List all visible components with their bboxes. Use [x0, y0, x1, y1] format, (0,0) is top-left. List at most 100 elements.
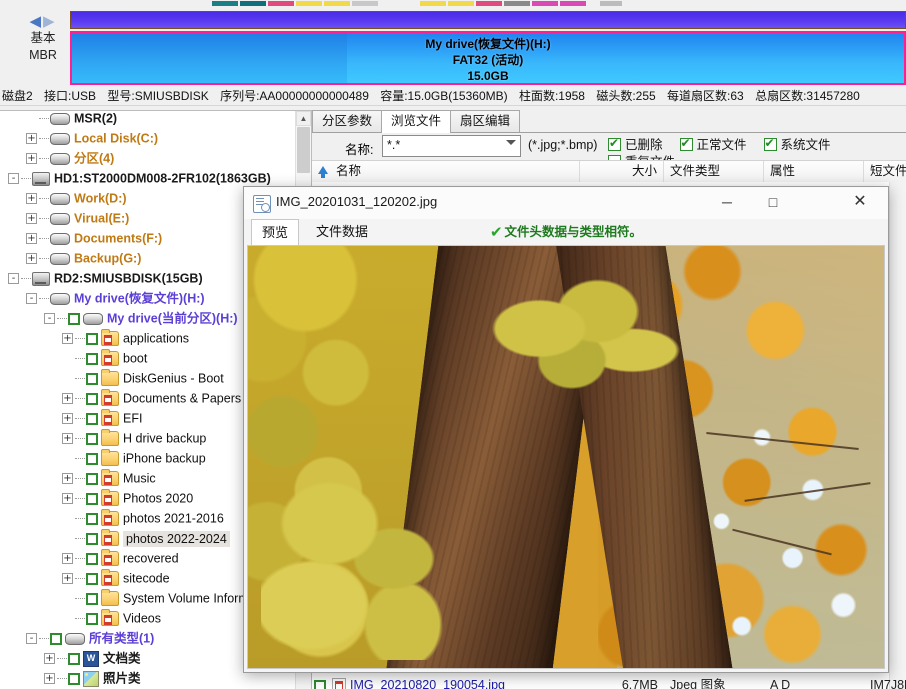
toolbar-icon-swatch[interactable] — [560, 1, 586, 6]
minimize-button[interactable]: ─ — [704, 187, 750, 218]
checkbox-box[interactable] — [608, 136, 621, 151]
tree-connector — [21, 277, 31, 280]
chevron-right-icon[interactable]: ▶ — [43, 13, 57, 30]
column-header-5[interactable]: 短文件名 — [864, 161, 906, 183]
tree-expander[interactable]: + — [62, 553, 73, 565]
tree-expander[interactable]: + — [62, 573, 73, 585]
ginkgo-tree-photo — [248, 246, 884, 668]
tree-expander[interactable]: - — [8, 273, 19, 285]
tree-node-checkbox[interactable] — [86, 492, 98, 505]
tree-node[interactable]: MSR(2) — [0, 111, 296, 128]
tree-expander[interactable]: + — [62, 393, 73, 405]
filter-checkbox-1[interactable]: 已删除 — [608, 136, 663, 154]
tree-node-checkbox[interactable] — [50, 632, 62, 645]
file-row[interactable]: IMG_20210820_190054.jpg 6.7MB Jpeg 图象 A D IM… — [312, 676, 906, 689]
tree-expander[interactable]: + — [26, 133, 37, 145]
file-preview-dialog[interactable]: IMG_20201031_120202.jpg ─ □ ✕ 预览 文件数据 ✔ 文件… — [243, 186, 889, 673]
tree-node-checkbox[interactable] — [86, 512, 98, 525]
tree-node-checkbox[interactable] — [68, 652, 80, 665]
tab-1[interactable]: 分区参数 — [312, 110, 383, 132]
chevron-down-icon[interactable] — [506, 140, 516, 145]
tree-node[interactable]: - HD1:ST2000DM008-2FR102(1863GB) — [0, 168, 296, 188]
tree-node-checkbox[interactable] — [86, 592, 98, 605]
file-row-checkbox[interactable] — [314, 679, 326, 689]
tree-node-checkbox[interactable] — [86, 432, 98, 445]
tree-expander[interactable]: + — [26, 213, 37, 225]
tree-node-checkbox[interactable] — [86, 452, 98, 465]
tree-expander[interactable]: + — [62, 433, 73, 445]
file-list-scrollbar[interactable] — [889, 182, 906, 689]
tree-node-checkbox[interactable] — [68, 672, 80, 685]
filter-checkbox-2[interactable]: 正常文件 — [679, 136, 747, 154]
folder-deleted-icon — [101, 329, 119, 347]
toolbar-icon-swatch[interactable] — [268, 1, 294, 6]
tree-node-checkbox[interactable] — [86, 332, 98, 345]
disk-overview-strip[interactable] — [70, 11, 906, 29]
disk-nav-arrows[interactable]: ◀▶ — [12, 14, 74, 30]
tree-expander[interactable]: + — [26, 233, 37, 245]
tab-2[interactable]: 浏览文件 — [381, 110, 452, 133]
tab-3[interactable]: 扇区编辑 — [450, 110, 521, 132]
toolbar-icon-swatch[interactable] — [240, 1, 266, 6]
toolbar-icon-swatch[interactable] — [296, 1, 322, 6]
scroll-up-arrow-icon[interactable]: ▲ — [296, 111, 311, 126]
tree-expander[interactable]: + — [62, 493, 73, 505]
toolbar-icon-swatch[interactable] — [476, 1, 502, 6]
toolbar-icon-swatch[interactable] — [352, 1, 378, 6]
partition-block-h[interactable]: My drive(恢复文件)(H:) FAT32 (活动) 15.0GB — [70, 31, 906, 85]
sort-ascending-icon[interactable] — [318, 166, 328, 178]
close-button[interactable]: ✕ — [832, 187, 888, 218]
tree-scroll-thumb[interactable] — [297, 127, 310, 173]
tree-expander[interactable]: + — [62, 333, 73, 345]
tree-expander[interactable]: + — [26, 193, 37, 205]
filter-name-value[interactable]: *.* — [387, 138, 400, 152]
tree-expander[interactable]: + — [44, 673, 55, 685]
maximize-button[interactable]: □ — [750, 187, 796, 218]
tree-node-checkbox[interactable] — [86, 372, 98, 385]
dialog-title-bar[interactable]: IMG_20201031_120202.jpg ─ □ ✕ — [244, 187, 888, 220]
toolbar-icon-swatch[interactable] — [448, 1, 474, 6]
tree-node-checkbox[interactable] — [86, 532, 98, 545]
toolbar-icon-swatch[interactable] — [212, 1, 238, 6]
tree-expander[interactable]: + — [62, 473, 73, 485]
checkbox-box[interactable] — [763, 136, 777, 151]
toolbar-icon-swatch[interactable] — [600, 1, 622, 6]
filter-checkbox-3[interactable]: 系统文件 — [763, 136, 831, 154]
tree-node-checkbox[interactable] — [86, 572, 98, 585]
tree-expander[interactable]: - — [26, 293, 37, 305]
checkbox-label: 正常文件 — [696, 138, 747, 152]
column-header-2[interactable]: 大小 — [580, 161, 664, 183]
tree-expander[interactable]: + — [44, 653, 55, 665]
folder-icon — [101, 449, 119, 467]
tree-expander[interactable]: + — [62, 413, 73, 425]
toolbar-icon-swatch[interactable] — [324, 1, 350, 6]
checkbox-box[interactable] — [679, 136, 693, 151]
toolbar-icon-swatch[interactable] — [420, 1, 446, 6]
column-header-3[interactable]: 文件类型 — [664, 161, 764, 183]
tree-node[interactable]: + 分区(4) — [0, 148, 296, 168]
tree-expander[interactable]: - — [26, 633, 37, 645]
column-header-1[interactable]: 名称 — [330, 161, 580, 183]
file-list-column-headers: 名称大小文件类型属性短文件名 — [312, 160, 906, 184]
tree-connector — [75, 337, 85, 340]
tree-expander-placeholder — [62, 353, 73, 364]
tree-expander[interactable]: + — [26, 253, 37, 265]
tree-expander[interactable]: - — [44, 313, 55, 325]
toolbar-icon-swatch[interactable] — [504, 1, 530, 6]
tree-node-checkbox[interactable] — [86, 552, 98, 565]
tree-node-checkbox[interactable] — [86, 392, 98, 405]
tree-node-checkbox[interactable] — [86, 472, 98, 485]
chevron-left-icon[interactable]: ◀ — [29, 13, 43, 30]
tree-node-checkbox[interactable] — [68, 312, 80, 325]
toolbar-icon-swatch[interactable] — [532, 1, 558, 6]
tree-expander[interactable]: - — [8, 173, 19, 185]
tree-node[interactable]: + Local Disk(C:) — [0, 128, 296, 148]
tree-node-checkbox[interactable] — [86, 352, 98, 365]
tree-node-checkbox[interactable] — [86, 612, 98, 625]
tree-connector — [75, 457, 85, 460]
tree-expander[interactable]: + — [26, 153, 37, 165]
tree-node-checkbox[interactable] — [86, 412, 98, 425]
tree-expander-placeholder — [62, 373, 73, 384]
filter-name-combo[interactable]: *.* — [382, 135, 521, 157]
column-header-4[interactable]: 属性 — [764, 161, 864, 183]
